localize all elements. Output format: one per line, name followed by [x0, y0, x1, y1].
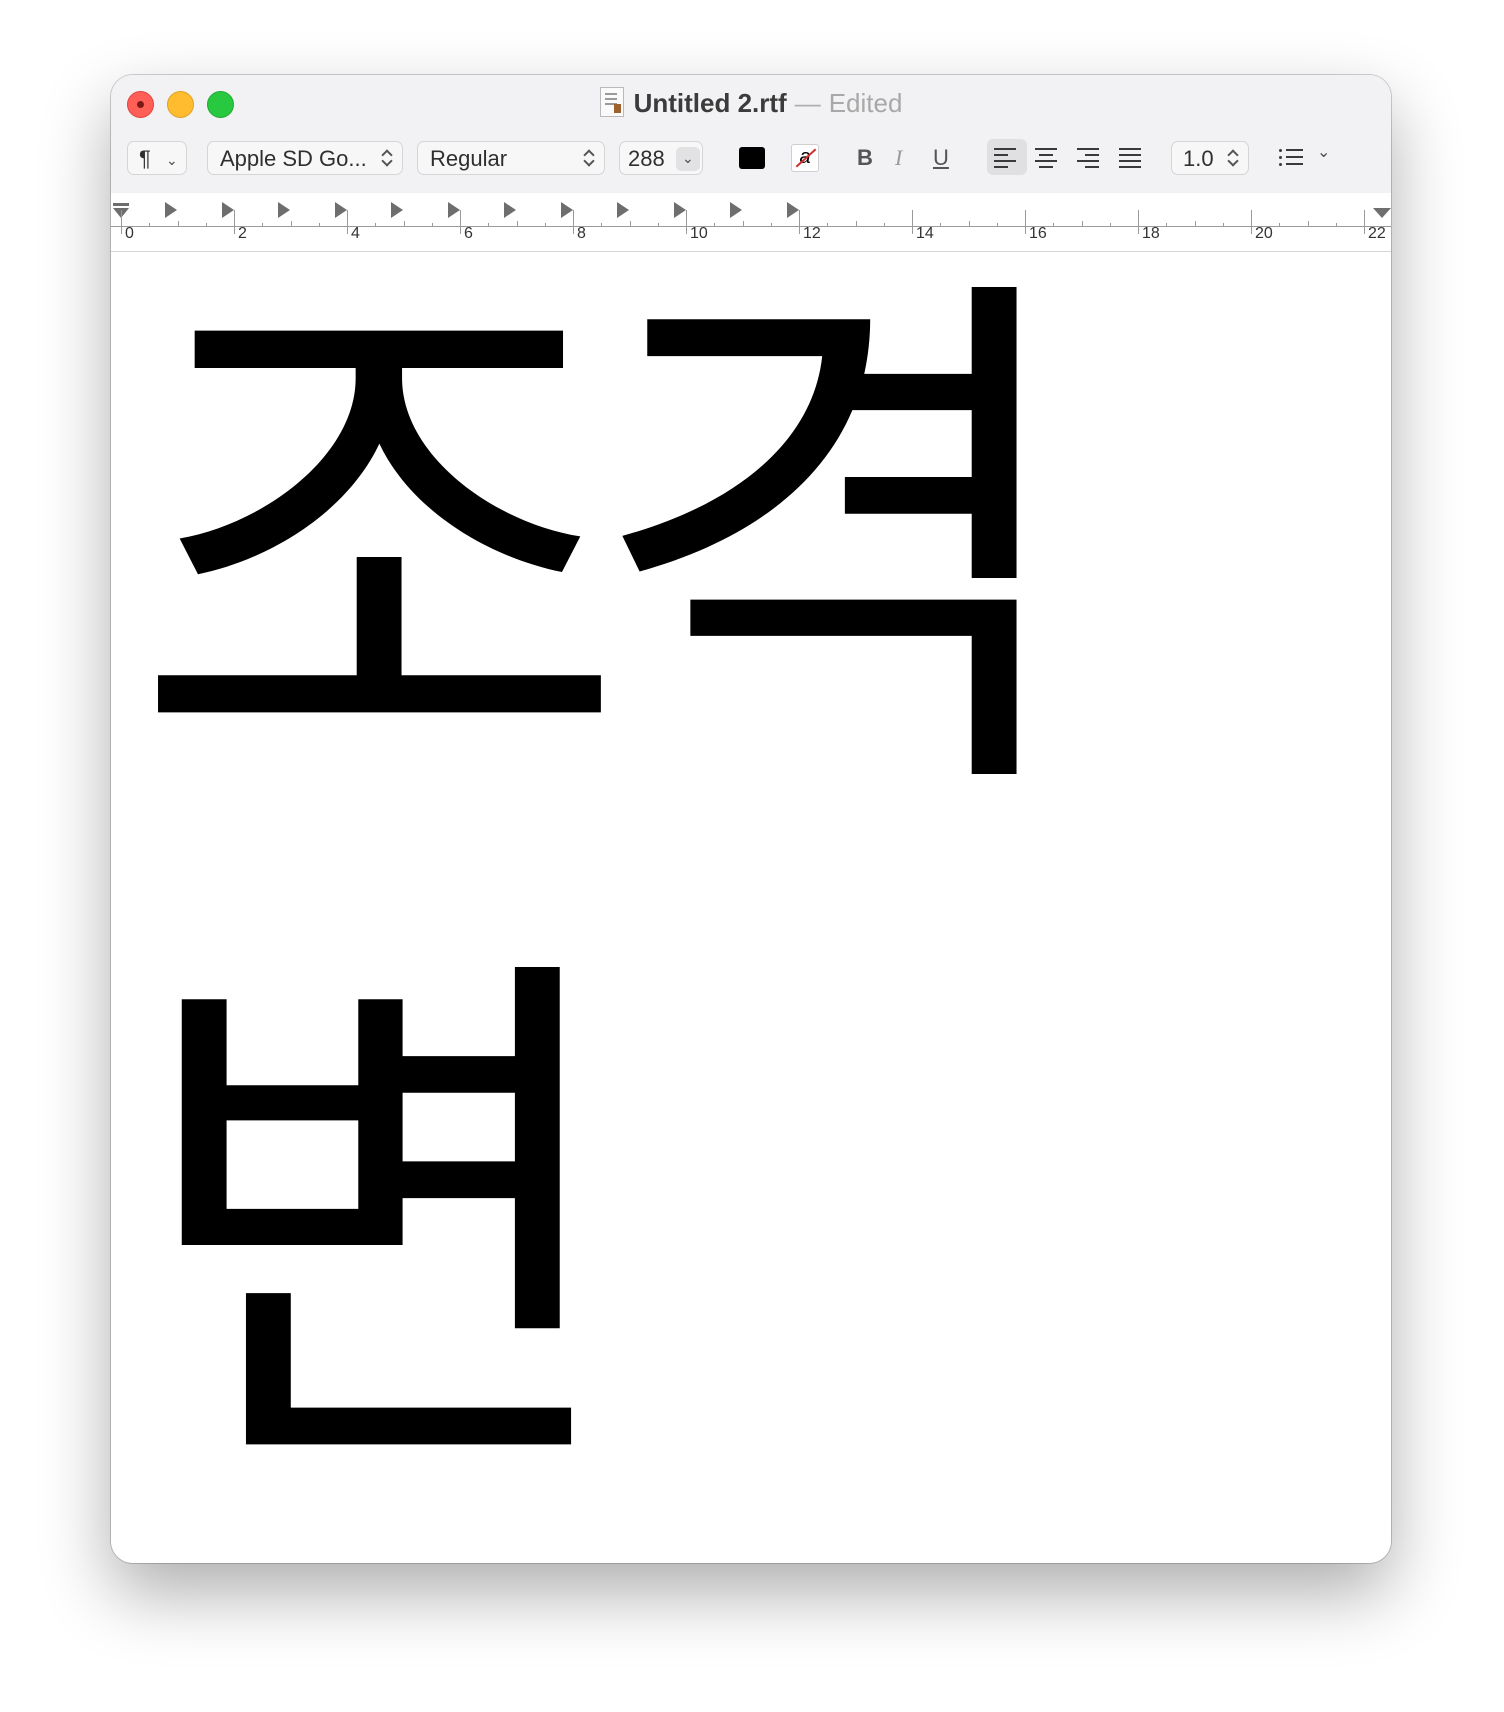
bold-button[interactable]: B	[857, 141, 883, 175]
chevron-down-icon: ⌄	[166, 152, 178, 168]
font-size-value: 288	[628, 146, 665, 171]
bulleted-list-icon[interactable]	[1279, 147, 1303, 169]
line-spacing-popup[interactable]: 1.0	[1171, 141, 1249, 175]
document-text[interactable]: 조격변	[131, 207, 1331, 1563]
font-style-popup[interactable]: Regular	[417, 141, 605, 175]
font-style-value: Regular	[430, 146, 508, 171]
align-right-icon[interactable]	[1077, 146, 1103, 170]
highlight-color-well[interactable]: a	[791, 144, 819, 172]
updown-chevron-icon	[382, 149, 392, 169]
paragraph-styles-button[interactable]: ¶ ⌄	[127, 141, 187, 175]
align-center-icon[interactable]	[1035, 146, 1061, 170]
document-area[interactable]: 조격변	[111, 233, 1391, 1563]
highlight-glyph: a	[799, 146, 811, 168]
right-indent-marker[interactable]	[1373, 208, 1391, 218]
italic-label: I	[895, 145, 903, 170]
font-size-dropdown[interactable]: ⌄	[676, 147, 700, 171]
align-left-icon[interactable]	[994, 146, 1020, 170]
bold-label: B	[857, 145, 873, 170]
ruler-label: 22	[1368, 225, 1386, 242]
align-justify-icon[interactable]	[1119, 146, 1145, 170]
edited-status: Edited	[828, 88, 903, 118]
text-color-well[interactable]	[739, 147, 765, 169]
ruler-major-tick	[1364, 210, 1365, 234]
title-separator: —	[794, 88, 821, 118]
font-family-value: Apple SD Go...	[220, 146, 367, 171]
font-family-popup[interactable]: Apple SD Go...	[207, 141, 403, 175]
underline-label: U	[933, 145, 949, 170]
chevron-down-icon: ⌄	[682, 150, 694, 166]
format-toolbar: ¶ ⌄ Apple SD Go... Regular 288 ⌄ a B I U…	[111, 139, 1391, 185]
updown-chevron-icon	[1228, 149, 1238, 169]
rtf-document-icon	[599, 87, 624, 117]
line-spacing-value: 1.0	[1183, 146, 1214, 171]
document-name: Untitled 2.rtf	[633, 88, 787, 118]
paragraph-icon: ¶	[139, 146, 151, 171]
ruler-major-tick	[121, 210, 122, 234]
font-size-combo[interactable]: 288 ⌄	[619, 141, 703, 175]
first-line-indent-marker[interactable]	[113, 203, 129, 206]
updown-chevron-icon	[584, 149, 594, 169]
list-style-chevron-icon[interactable]: ⌄	[1317, 136, 1330, 170]
window-title: Untitled 2.rtf — Edited	[111, 85, 1391, 121]
textedit-window: Untitled 2.rtf — Edited ¶ ⌄ Apple SD Go...…	[111, 75, 1391, 1563]
underline-button[interactable]: U	[933, 141, 957, 175]
italic-button[interactable]: I	[895, 141, 915, 175]
ruler-minor-tick	[1335, 223, 1337, 226]
